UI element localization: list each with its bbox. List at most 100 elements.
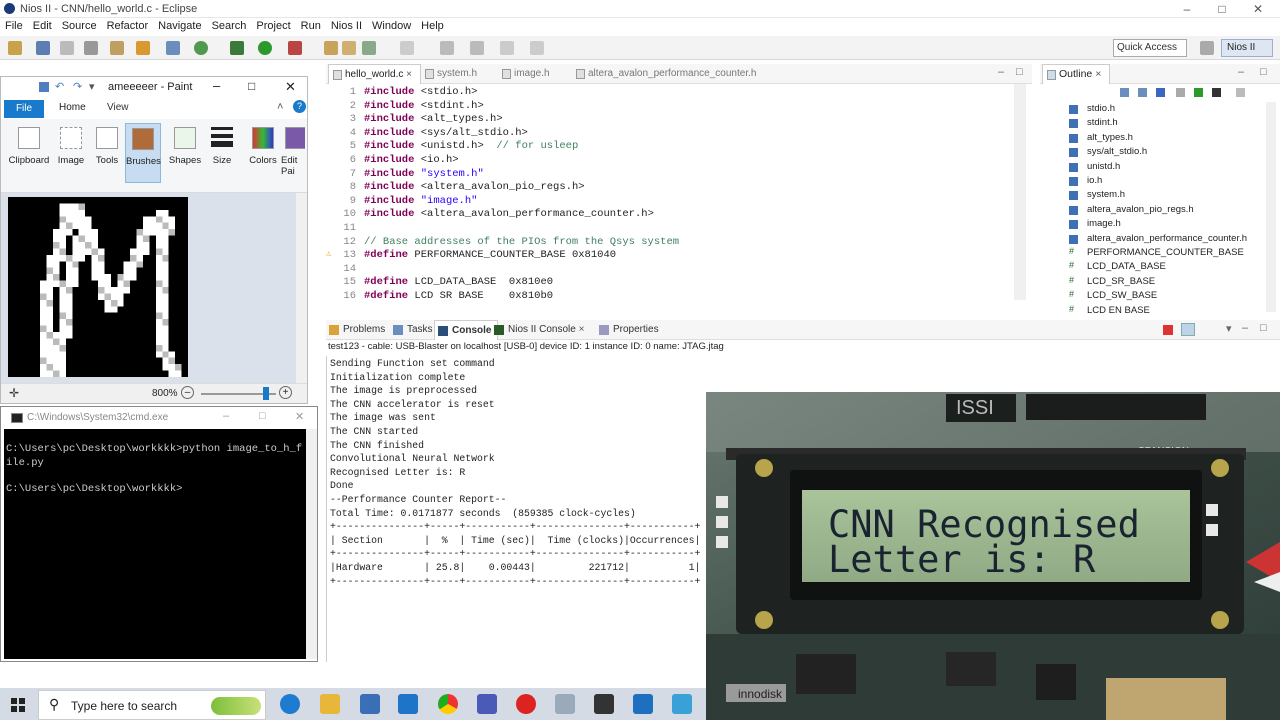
- warning-icon[interactable]: ⚠: [326, 249, 331, 259]
- outline-item[interactable]: altera_avalon_performance_counter.h: [1067, 233, 1247, 247]
- quick-access-input[interactable]: Quick Access: [1113, 39, 1187, 57]
- debug-icon[interactable]: [230, 41, 244, 55]
- maximize-button[interactable]: □: [259, 410, 266, 422]
- edge-icon[interactable]: [280, 694, 300, 714]
- tools-group[interactable]: Tools: [89, 123, 125, 183]
- edit-paint3d-group[interactable]: Edit Pai: [281, 123, 305, 183]
- store-icon[interactable]: [360, 694, 380, 714]
- tab-image-h[interactable]: image.h: [498, 64, 550, 84]
- paint-tab-home[interactable]: Home: [59, 102, 86, 113]
- perspective-nios-button[interactable]: Nios II: [1221, 39, 1273, 57]
- outline-item[interactable]: system.h: [1067, 189, 1125, 203]
- customize-icon[interactable]: ▾: [89, 80, 95, 93]
- menu-file[interactable]: File: [0, 18, 28, 34]
- maximize-editor-icon[interactable]: □: [1016, 66, 1023, 78]
- app-icon[interactable]: [477, 694, 497, 714]
- outline-item[interactable]: sys/alt_stdio.h: [1067, 146, 1147, 160]
- outline-item[interactable]: # LCD EN BASE: [1067, 304, 1150, 316]
- forward-icon[interactable]: [530, 41, 544, 55]
- outline-item[interactable]: io.h: [1067, 175, 1102, 189]
- tab-tasks[interactable]: Tasks: [390, 320, 433, 340]
- undo-icon[interactable]: ↶: [55, 80, 64, 93]
- outline-item[interactable]: # LCD_SR_BASE: [1067, 275, 1155, 290]
- cmd-terminal[interactable]: C:\Users\pc\Desktop\workkkk>python image…: [4, 429, 306, 659]
- view-menu-icon[interactable]: ▾: [1226, 322, 1232, 335]
- tab-system-h[interactable]: system.h: [421, 64, 477, 84]
- save-icon[interactable]: [36, 41, 50, 55]
- paint-scrollbar[interactable]: [296, 193, 307, 383]
- opera-icon[interactable]: [516, 694, 536, 714]
- outline-action-icon[interactable]: [1212, 88, 1221, 97]
- next-annotation-icon[interactable]: [440, 41, 454, 55]
- console-output[interactable]: Sending Function set command Initializati…: [326, 356, 706, 662]
- minimize-outline-icon[interactable]: –: [1238, 66, 1244, 78]
- chrome-icon[interactable]: [438, 694, 458, 714]
- close-button[interactable]: ✕: [295, 410, 304, 423]
- close-outline-icon[interactable]: ×: [1095, 68, 1101, 80]
- minimize-editor-icon[interactable]: –: [998, 66, 1004, 78]
- build-icon[interactable]: [110, 41, 124, 55]
- minimize-button[interactable]: –: [1172, 1, 1202, 17]
- new-icon[interactable]: [8, 41, 22, 55]
- menu-navigate[interactable]: Navigate: [153, 18, 206, 34]
- display-console-icon[interactable]: [1181, 323, 1195, 336]
- close-tab-icon[interactable]: ×: [406, 69, 412, 80]
- tab-outline[interactable]: Outline ×: [1042, 64, 1111, 84]
- tab-console[interactable]: Console: [434, 320, 499, 340]
- paint-canvas-area[interactable]: [1, 193, 296, 383]
- outline-action-icon[interactable]: [1156, 88, 1165, 97]
- outline-scrollbar[interactable]: [1266, 102, 1276, 312]
- maximize-outline-icon[interactable]: □: [1260, 66, 1267, 78]
- shapes-group[interactable]: Shapes: [167, 123, 203, 183]
- eclipse-taskbar-icon[interactable]: [555, 694, 575, 714]
- outline-action-icon[interactable]: [1120, 88, 1129, 97]
- mail-icon[interactable]: [398, 694, 418, 714]
- outline-action-icon[interactable]: [1236, 88, 1245, 97]
- print-icon[interactable]: [84, 41, 98, 55]
- clipboard-group[interactable]: Clipboard: [7, 123, 51, 183]
- editor-scrollbar[interactable]: [1014, 84, 1026, 300]
- tab-nios-console[interactable]: Nios II Console ×: [491, 320, 584, 340]
- open-type-icon[interactable]: [136, 41, 150, 55]
- terminate-icon[interactable]: [1163, 325, 1173, 335]
- redo-icon[interactable]: ↷: [73, 80, 82, 93]
- prev-annotation-icon[interactable]: [470, 41, 484, 55]
- outline-item[interactable]: # LCD_SW_BASE: [1067, 289, 1157, 304]
- open-file-icon[interactable]: [342, 41, 356, 55]
- minimize-button[interactable]: –: [223, 410, 229, 422]
- maximize-button[interactable]: □: [248, 79, 255, 93]
- menu-window[interactable]: Window: [367, 18, 416, 34]
- letter-bitmap-image[interactable]: [8, 197, 188, 377]
- menu-refactor[interactable]: Refactor: [102, 18, 154, 34]
- size-group[interactable]: Size: [204, 123, 240, 183]
- outline-item[interactable]: # LCD_DATA_BASE: [1067, 260, 1166, 275]
- minimize-console-icon[interactable]: –: [1242, 322, 1248, 334]
- outline-item[interactable]: stdint.h: [1067, 117, 1118, 131]
- menu-help[interactable]: Help: [416, 18, 449, 34]
- menu-source[interactable]: Source: [57, 18, 102, 34]
- menu-edit[interactable]: Edit: [28, 18, 57, 34]
- zoom-out-icon[interactable]: –: [181, 386, 194, 399]
- outline-item[interactable]: stdio.h: [1067, 103, 1115, 117]
- minimize-button[interactable]: –: [213, 78, 220, 93]
- outline-item[interactable]: unistd.h: [1067, 161, 1120, 175]
- back-icon[interactable]: [500, 41, 514, 55]
- code-editor[interactable]: 1 #include <stdio.h> 2 #include <stdint.h> 3…: [326, 84, 1026, 300]
- image-group[interactable]: Image: [53, 123, 89, 183]
- outline-action-icon[interactable]: [1194, 88, 1203, 97]
- outline-action-icon[interactable]: [1138, 88, 1147, 97]
- python-icon[interactable]: [672, 694, 692, 714]
- open-perspective-icon[interactable]: [1200, 41, 1214, 55]
- maximize-button[interactable]: □: [1207, 1, 1237, 17]
- close-button[interactable]: ✕: [285, 79, 296, 95]
- external-tools-icon[interactable]: [288, 41, 302, 55]
- brushes-group[interactable]: Brushes: [125, 123, 161, 183]
- menu-search[interactable]: Search: [207, 18, 252, 34]
- outline-action-icon[interactable]: [1176, 88, 1185, 97]
- search-icon[interactable]: [362, 41, 376, 55]
- new-class-icon[interactable]: [166, 41, 180, 55]
- tab-problems[interactable]: Problems: [326, 320, 385, 340]
- outline-item[interactable]: # PERFORMANCE_COUNTER_BASE: [1067, 246, 1244, 261]
- colors-group[interactable]: Colors: [245, 123, 281, 183]
- menu-nios[interactable]: Nios II: [326, 18, 367, 34]
